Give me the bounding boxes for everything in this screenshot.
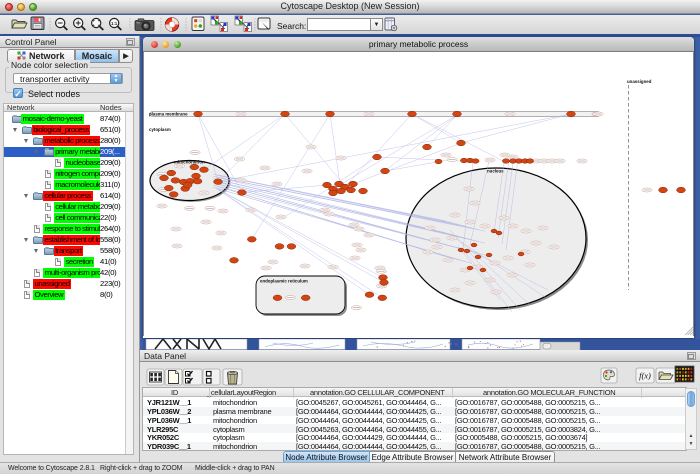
svg-text:f(x): f(x) xyxy=(639,371,651,381)
svg-text:1:1: 1:1 xyxy=(111,21,118,26)
svg-text:endoplasmic reticulum: endoplasmic reticulum xyxy=(260,279,308,284)
svg-text:nucleus: nucleus xyxy=(487,169,504,174)
svg-text:cytoplasm: cytoplasm xyxy=(149,127,171,132)
svg-text:plasma membrane: plasma membrane xyxy=(149,111,188,116)
svg-text:unassigned: unassigned xyxy=(627,79,652,84)
svg-text:mitochondrion: mitochondrion xyxy=(174,159,205,164)
